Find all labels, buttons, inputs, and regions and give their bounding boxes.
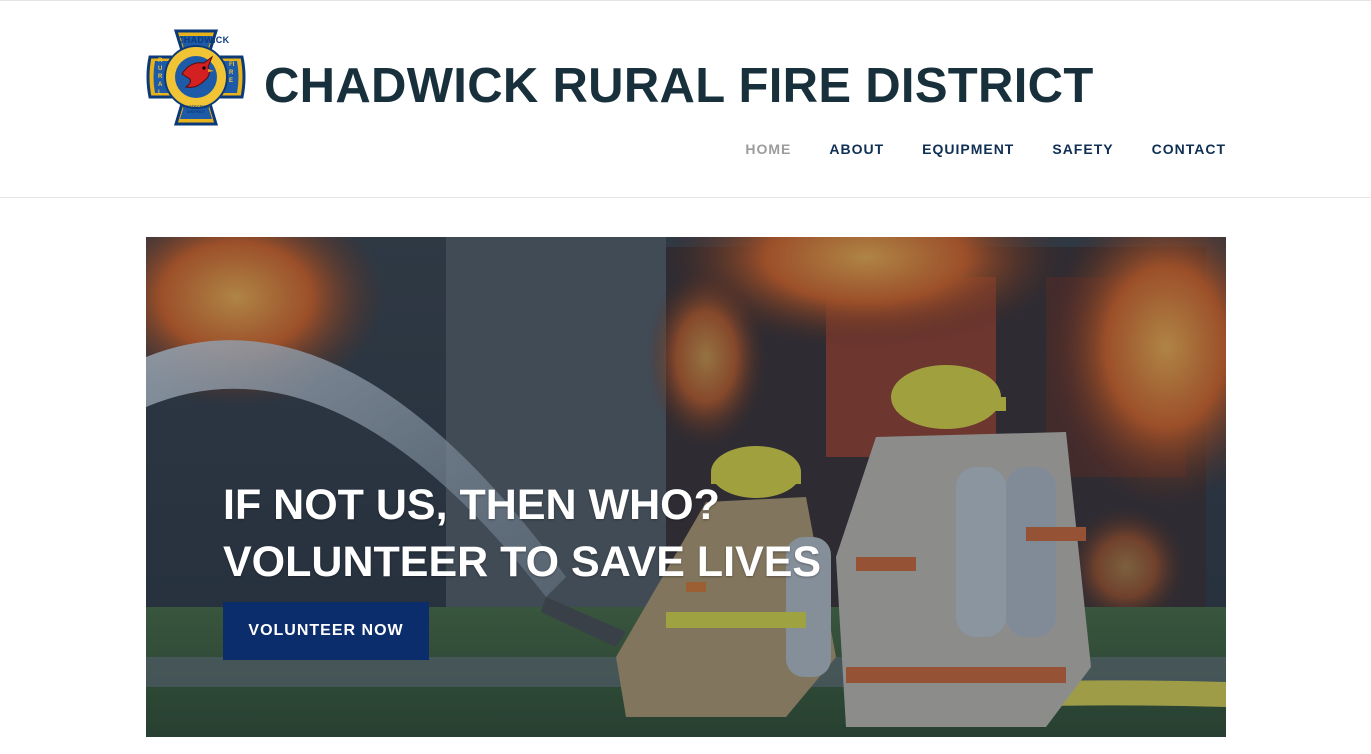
logo-bottom-text: PROTECTION DISTRICT [182, 104, 210, 114]
nav-about[interactable]: ABOUT [829, 140, 884, 158]
nav-home[interactable]: HOME [745, 140, 791, 158]
nav-safety[interactable]: SAFETY [1052, 140, 1113, 158]
logo-right-text: FIRE [229, 62, 235, 84]
nav-contact[interactable]: CONTACT [1152, 140, 1226, 158]
nav-equipment[interactable]: EQUIPMENT [922, 140, 1014, 158]
hero-heading-line-1: IF NOT US, THEN WHO? [223, 481, 720, 529]
site-header: CHADWICK PROTECTION DISTRICT RURAL FIRE … [0, 1, 1371, 198]
district-logo[interactable]: CHADWICK PROTECTION DISTRICT RURAL FIRE [146, 27, 246, 128]
hero-heading-line-2: VOLUNTEER TO SAVE LIVES [223, 538, 822, 586]
logo-left-text: RURAL [158, 58, 163, 96]
volunteer-now-button[interactable]: VOLUNTEER NOW [223, 602, 429, 660]
main-nav: HOME ABOUT EQUIPMENT SAFETY CONTACT [707, 140, 1226, 158]
hero-heading: IF NOT US, THEN WHO? VOLUNTEER TO SAVE L… [223, 477, 821, 591]
hero-banner: IF NOT US, THEN WHO? VOLUNTEER TO SAVE L… [146, 237, 1226, 737]
site-title[interactable]: CHADWICK RURAL FIRE DISTRICT [264, 58, 1094, 114]
logo-top-text: CHADWICK [177, 35, 230, 45]
